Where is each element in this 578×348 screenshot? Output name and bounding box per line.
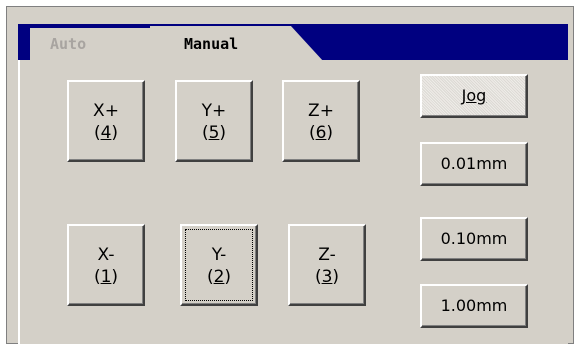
z-minus-label: Z- (318, 245, 336, 265)
step-1-00mm-label: 1.00mm (440, 296, 508, 315)
step-0-10mm-button[interactable]: 0.10mm (420, 217, 528, 261)
x-plus-key: (4) (93, 123, 119, 143)
y-plus-label: Y+ (201, 101, 227, 121)
z-minus-key: (3) (314, 267, 340, 287)
y-plus-button[interactable]: Y+ (5) (175, 80, 253, 162)
step-0-01mm-label: 0.01mm (440, 154, 508, 173)
x-minus-key: (1) (93, 267, 119, 287)
y-minus-label: Y- (211, 245, 227, 265)
z-minus-button[interactable]: Z- (3) (288, 224, 366, 306)
z-plus-button[interactable]: Z+ (6) (282, 80, 360, 162)
step-0-01mm-button[interactable]: 0.01mm (420, 142, 528, 186)
x-minus-label: X- (97, 245, 115, 265)
z-plus-key: (6) (308, 123, 334, 143)
step-0-10mm-label: 0.10mm (440, 229, 508, 248)
z-plus-label: Z+ (308, 101, 334, 121)
step-1-00mm-button[interactable]: 1.00mm (420, 284, 528, 328)
jog-label: Jog (461, 86, 487, 105)
y-minus-key: (2) (206, 267, 232, 287)
x-plus-button[interactable]: X+ (4) (67, 80, 145, 162)
x-minus-button[interactable]: X- (1) (67, 224, 145, 306)
y-plus-key: (5) (201, 123, 227, 143)
y-minus-button[interactable]: Y- (2) (180, 224, 258, 306)
jog-button[interactable]: Jog (420, 74, 528, 118)
x-plus-label: X+ (93, 101, 119, 121)
manual-panel: X+ (4) Y+ (5) Z+ (6) X- (1) Y- (2) Z- (3… (18, 60, 568, 344)
